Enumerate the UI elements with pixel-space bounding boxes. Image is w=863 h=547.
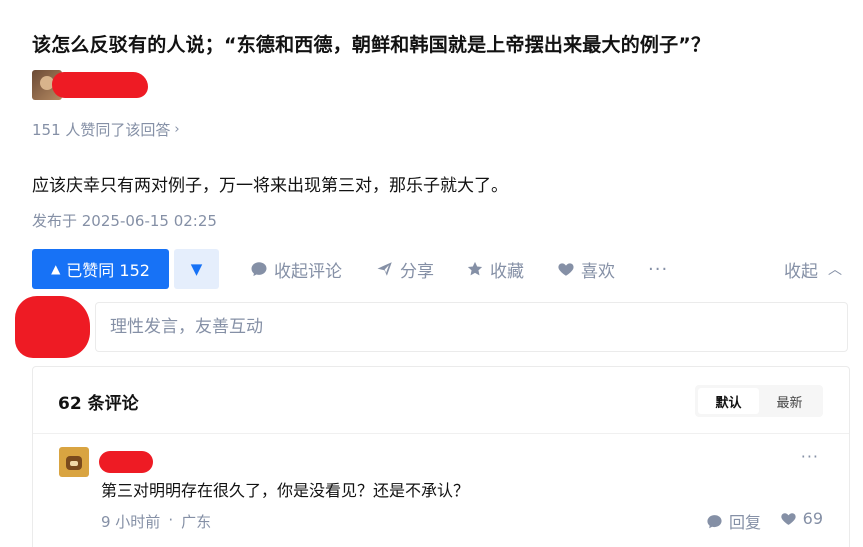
comment-toggle-label: 收起评论 <box>274 261 342 282</box>
comment-bubble-icon <box>251 262 267 277</box>
chevron-up-icon: ︿ <box>828 262 842 278</box>
comment-meta: 9 小时前 · 广东 <box>101 511 211 532</box>
sort-default-button[interactable]: 默认 <box>698 388 759 414</box>
triangle-down-icon: ▼ <box>190 260 203 278</box>
author-info[interactable] <box>32 70 148 100</box>
paper-plane-icon <box>377 262 392 276</box>
collapse-label: 收起 <box>784 261 818 282</box>
more-actions-button[interactable]: ··· <box>648 249 668 289</box>
vote-up-button[interactable]: ▲ 已赞同 152 <box>32 249 169 289</box>
triangle-up-icon: ▲ <box>51 262 61 276</box>
answer-content: 应该庆幸只有两对例子，万一将来出现第三对，那乐子就大了。 <box>32 176 508 196</box>
like-button[interactable]: 喜欢 <box>557 249 615 289</box>
collapse-answer-button[interactable]: 收起 ︿ <box>784 249 842 289</box>
comment-sort-toggle: 默认 最新 <box>695 385 823 417</box>
share-button[interactable]: 分享 <box>376 249 434 289</box>
comment-meta-separator: · <box>168 511 174 529</box>
like-label: 喜欢 <box>581 261 615 282</box>
comment-reply-label: 回复 <box>728 513 761 532</box>
favorite-button[interactable]: 收藏 <box>466 249 524 289</box>
comment-time: 9 小时前 <box>101 513 161 531</box>
comment-input[interactable] <box>110 317 833 337</box>
toggle-comments-button[interactable]: 收起评论 <box>250 249 342 289</box>
sort-latest-button[interactable]: 最新 <box>759 388 820 414</box>
star-icon <box>467 261 483 276</box>
vote-summary-text: 151 人赞同了该回答 <box>32 120 171 139</box>
vote-down-button[interactable]: ▼ <box>174 249 219 289</box>
comment-like-count: 69 <box>802 509 823 528</box>
comment-item: ··· 第三对明明存在很久了，你是没看见？还是不承认？ 9 小时前 · 广东 回… <box>33 435 849 547</box>
publish-time[interactable]: 发布于 2025-06-15 02:25 <box>32 209 217 233</box>
comment-more-button[interactable]: ··· <box>801 447 819 466</box>
favorite-label: 收藏 <box>490 261 524 282</box>
more-dots-icon: ··· <box>648 258 669 280</box>
comments-header: 62 条评论 默认 最新 <box>33 367 849 434</box>
comment-text: 第三对明明存在很久了，你是没看见？还是不承认？ <box>101 481 470 500</box>
comments-count: 62 条评论 <box>58 394 139 414</box>
commenter-avatar[interactable] <box>59 447 89 477</box>
chevron-right-icon: › <box>174 121 180 137</box>
vote-up-label: 已赞同 152 <box>66 261 150 280</box>
comment-location: 广东 <box>181 513 212 531</box>
comment-bubble-icon <box>707 514 722 528</box>
heart-icon <box>558 263 574 276</box>
heart-icon <box>780 513 796 525</box>
comment-reply-button[interactable]: 回复 <box>706 509 761 533</box>
vote-summary-link[interactable]: 151 人赞同了该回答 › <box>32 117 180 141</box>
action-bar: ▲ 已赞同 152 ▼ 收起评论 分享 收藏 喜欢 ··· 收起 ︿ <box>32 249 847 289</box>
author-name-redaction <box>52 72 148 98</box>
question-title[interactable]: 该怎么反驳有的人说；“东德和西德，朝鲜和韩国就是上帝摆出来最大的例子”？ <box>32 30 832 60</box>
comments-panel: 62 条评论 默认 最新 ··· 第三对明明存在很久了，你是没看见？还是不承认？… <box>32 366 850 547</box>
comment-input-box[interactable] <box>95 302 848 352</box>
comment-like-button[interactable]: 69 <box>780 509 823 528</box>
commenter-name-redaction <box>99 451 153 473</box>
current-user-avatar-redaction <box>15 296 90 358</box>
share-label: 分享 <box>400 261 434 282</box>
